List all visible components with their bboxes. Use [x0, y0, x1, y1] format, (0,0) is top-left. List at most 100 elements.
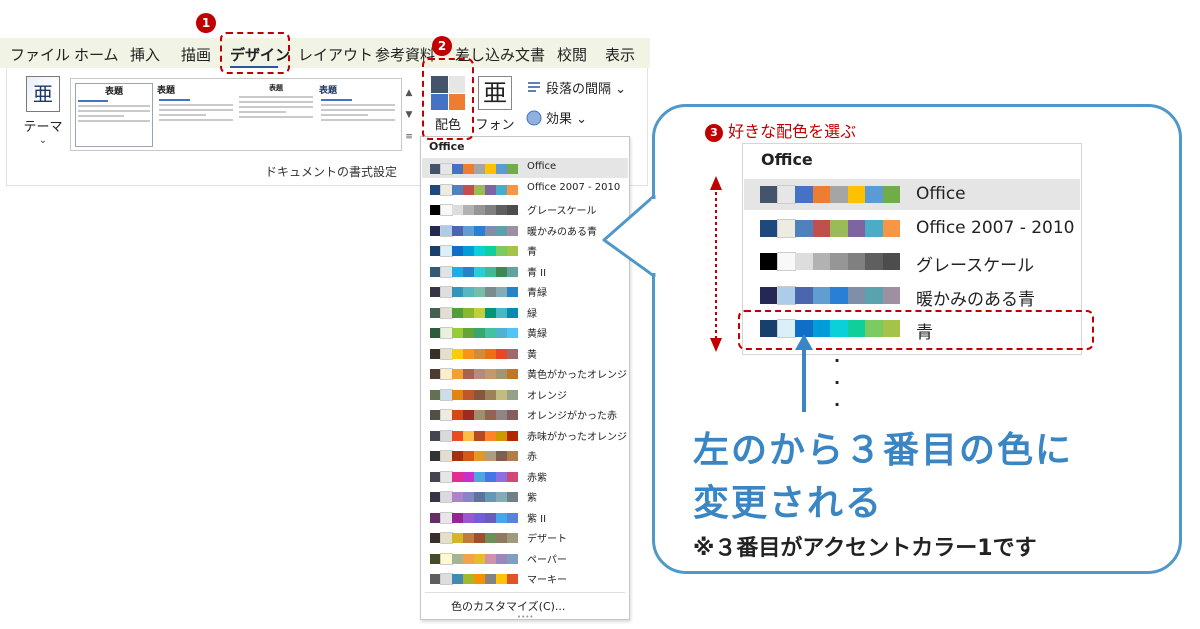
color-swatch: [474, 471, 485, 482]
color-scheme-item[interactable]: Office: [422, 158, 628, 178]
zoom-scheme-item[interactable]: Office: [744, 179, 1080, 210]
color-swatch: [496, 553, 507, 564]
color-scheme-item[interactable]: 青 II: [422, 261, 628, 281]
tab-8[interactable]: 校閲: [557, 44, 587, 65]
color-scheme-item[interactable]: Office 2007 - 2010: [422, 179, 628, 199]
tab-1[interactable]: ホーム: [74, 44, 119, 65]
color-scheme-item[interactable]: 黄緑: [422, 322, 628, 342]
color-swatch: [463, 307, 474, 318]
color-swatch: [485, 451, 496, 461]
color-scheme-item[interactable]: 赤味がかったオレンジ: [422, 425, 628, 445]
color-scheme-item[interactable]: 紫 II: [422, 507, 628, 527]
color-swatch: [452, 266, 463, 277]
color-swatch: [485, 225, 496, 236]
zoom-scheme-name: Office: [916, 184, 966, 204]
color-scheme-item[interactable]: 赤: [422, 445, 628, 465]
effects-button[interactable]: 効果 ⌄: [526, 108, 587, 127]
style-set-thumb[interactable]: 表題: [319, 83, 397, 147]
color-scheme-item[interactable]: デザート: [422, 527, 628, 547]
customize-colors-item[interactable]: 色のカスタマイズ(C)...: [451, 598, 565, 614]
color-swatch: [507, 328, 518, 338]
color-swatch: [474, 533, 485, 543]
color-scheme-item[interactable]: 黄: [422, 343, 628, 363]
color-scheme-item[interactable]: オレンジ: [422, 384, 628, 404]
color-scheme-item[interactable]: マーキー: [422, 568, 628, 588]
color-scheme-item[interactable]: 青緑: [422, 281, 628, 301]
gallery-scroll[interactable]: ▲ ▼ ≡: [402, 82, 416, 148]
color-swatch: [452, 164, 463, 174]
tab-9[interactable]: 表示: [605, 44, 635, 65]
style-set-thumb[interactable]: 表題: [75, 83, 153, 147]
color-swatch: [485, 471, 496, 482]
color-swatch: [485, 348, 496, 359]
color-swatch: [440, 163, 453, 175]
color-swatch: [795, 219, 813, 237]
color-swatch: [463, 389, 474, 400]
color-scheme-name: Office: [527, 161, 557, 172]
message-line-2: 変更される: [693, 483, 884, 524]
resize-grip-icon[interactable]: ••••: [517, 613, 534, 621]
step-3-text: 好きな配色を選ぶ: [728, 122, 857, 141]
color-scheme-item[interactable]: 緑: [422, 302, 628, 322]
color-swatch: [440, 183, 453, 196]
paragraph-spacing-button[interactable]: 段落の間隔 ⌄: [526, 78, 626, 97]
zoom-scheme-name: グレースケール: [916, 256, 1035, 276]
color-swatch: [452, 348, 463, 359]
color-swatch: [430, 410, 441, 420]
color-scheme-item[interactable]: 青: [422, 240, 628, 260]
color-swatch: [847, 186, 865, 203]
color-swatch: [452, 287, 463, 297]
color-scheme-item[interactable]: 紫: [422, 486, 628, 506]
color-swatch: [496, 205, 507, 215]
tab-2[interactable]: 挿入: [130, 44, 160, 65]
zoom-scheme-item[interactable]: グレースケール: [744, 246, 1080, 277]
color-swatch: [440, 429, 453, 442]
color-swatch: [474, 184, 485, 195]
color-swatch: [430, 533, 441, 543]
style-set-gallery[interactable]: 表題 表題 表題 表題: [70, 78, 402, 151]
color-swatch: [463, 574, 474, 584]
color-swatch: [430, 287, 441, 297]
color-scheme-name: 赤: [527, 452, 537, 463]
color-scheme-name: 暖かみのある青: [527, 226, 597, 238]
style-set-thumb[interactable]: 表題: [157, 83, 235, 147]
color-swatch: [496, 328, 507, 338]
tab-0[interactable]: ファイル: [10, 44, 70, 65]
zoom-section-header: Office: [761, 150, 813, 169]
tab-3[interactable]: 描画: [181, 44, 211, 65]
gallery-more-icon[interactable]: ≡: [402, 126, 416, 148]
themes-button[interactable]: 亜 テーマ ⌄: [22, 76, 64, 148]
color-swatch: [430, 430, 441, 441]
color-swatch: [474, 574, 485, 584]
scroll-down-icon[interactable]: ▼: [402, 104, 416, 126]
color-swatch: [865, 219, 883, 237]
color-swatch: [830, 219, 848, 237]
step-2-badge: 2: [432, 36, 452, 56]
color-scheme-item[interactable]: 暖かみのある青: [422, 220, 628, 240]
color-scheme-name: 青: [527, 247, 537, 258]
color-swatch: [463, 471, 474, 482]
color-scheme-item[interactable]: 赤紫: [422, 466, 628, 486]
more-items-ellipsis: ...: [834, 347, 841, 410]
color-swatch: [496, 225, 507, 236]
color-swatch: [430, 369, 441, 379]
color-swatch: [847, 253, 865, 270]
color-swatch: [776, 185, 796, 204]
color-scheme-item[interactable]: ペーパー: [422, 548, 628, 568]
paragraph-spacing-icon: [526, 80, 542, 96]
color-swatch: [496, 369, 507, 379]
accent-note: ※３番目がアクセントカラー1です: [693, 536, 1037, 561]
zoom-scheme-item[interactable]: Office 2007 - 2010: [744, 213, 1080, 244]
color-scheme-item[interactable]: グレースケール: [422, 199, 628, 219]
tab-5[interactable]: レイアウト: [298, 44, 373, 65]
color-scheme-item[interactable]: オレンジがかった赤: [422, 404, 628, 424]
color-scheme-item[interactable]: 黄色がかったオレンジ: [422, 363, 628, 383]
fonts-button[interactable]: 亜 フォント: [474, 76, 516, 152]
style-set-thumb[interactable]: 表題: [237, 83, 315, 147]
color-swatch: [440, 347, 453, 360]
color-swatch: [474, 389, 485, 400]
scroll-up-icon[interactable]: ▲: [402, 82, 416, 104]
color-swatch: [452, 451, 463, 461]
color-swatch: [440, 511, 453, 524]
zoom-scheme-item[interactable]: 暖かみのある青: [744, 280, 1080, 311]
